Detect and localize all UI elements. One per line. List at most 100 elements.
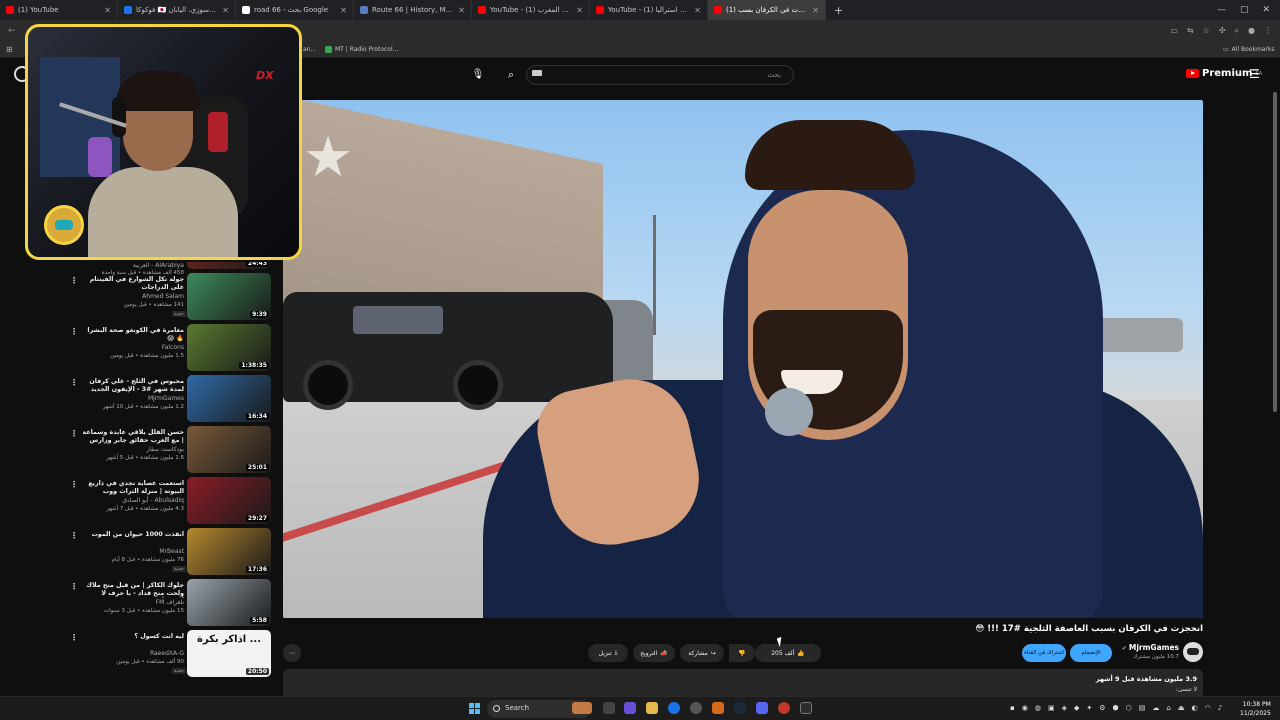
keyboard-icon[interactable] (532, 70, 542, 76)
close-tab-icon[interactable]: ✕ (812, 6, 819, 15)
recommended-video-title[interactable]: محبوس في الثلج - علي كرفان لمدة شهر #3 -… (82, 378, 184, 394)
wifi-icon[interactable]: ◠ (1205, 704, 1211, 712)
discord-icon[interactable] (756, 702, 768, 714)
subscribe-button[interactable]: اشتراك في القناة (1022, 644, 1066, 662)
apps-grid-icon[interactable]: ⊞ (6, 45, 13, 54)
browser-tab[interactable]: road 66 - بحث Google ✕ (236, 0, 354, 20)
tray-icon[interactable]: ⬡ (1126, 704, 1132, 712)
browser-tab[interactable]: (1) YouTube ✕ (0, 0, 118, 20)
more-options-icon[interactable]: ⋮ (70, 633, 78, 642)
like-button[interactable]: 205 ألف 👍 (755, 644, 821, 662)
more-options-icon[interactable]: ⋮ (70, 429, 78, 438)
browser-menu-icon[interactable]: ⋮ (1264, 26, 1272, 36)
video-thumbnail[interactable]: اذاكر بكرة ... 20:50 (187, 630, 271, 677)
recommended-video-title[interactable]: استعمت عصابة نجدي في ذاريع البيوتة | منز… (82, 480, 184, 496)
tray-icon[interactable]: ◆ (1074, 704, 1079, 712)
recommended-channel-name[interactable]: Falcons (82, 344, 184, 351)
recommended-channel-name[interactable]: AlArabiya - العربية (82, 262, 184, 269)
bookmark-item[interactable]: an... (303, 46, 316, 53)
tray-icon[interactable]: ◍ (1035, 704, 1041, 712)
recommended-video[interactable]: 1:38:35 ⋮ مغامرة في الكونغو صحة البشرا 🔥 😱… (0, 324, 275, 374)
recommended-channel-name[interactable]: تلغراف FM (82, 599, 184, 606)
page-scrollbar[interactable] (1273, 92, 1277, 412)
app-icon[interactable] (712, 702, 724, 714)
translate-icon[interactable]: ⇆ (1187, 26, 1194, 36)
recommended-video-title[interactable]: حسن القلل يلاقي عابدة وسماعة | مع الغرب … (82, 429, 184, 445)
recommended-video-title[interactable]: ليه انت كسول ؟ (82, 633, 184, 641)
close-tab-icon[interactable]: ✕ (458, 6, 465, 15)
file-explorer-icon[interactable] (646, 702, 658, 714)
app-icon[interactable] (690, 702, 702, 714)
tab-search-icon[interactable]: ⌕ (1235, 26, 1239, 36)
promote-button[interactable]: الترويج 📣 (633, 644, 675, 662)
more-options-icon[interactable]: ⋮ (70, 378, 78, 387)
video-thumbnail[interactable]: 29:27 (187, 477, 271, 524)
tray-icon[interactable]: ⏏ (1178, 704, 1185, 712)
recommended-channel-name[interactable]: بودكاست سقار (82, 446, 184, 453)
browser-tab[interactable]: YouTube - (1) كرفان المغرب✕ (472, 0, 590, 20)
video-thumbnail[interactable]: 16:34 (187, 375, 271, 422)
recommended-video[interactable]: 24:43 AlArabiya - العربية 458 ألف مشاهدة •… (0, 262, 275, 276)
video-thumbnail[interactable]: 5:58 (187, 579, 271, 626)
search-icon[interactable]: ⌕ (499, 65, 523, 85)
all-bookmarks[interactable]: ▭ All Bookmarks (1223, 46, 1275, 53)
profile-icon[interactable]: ● (1248, 26, 1255, 36)
recommended-video-title[interactable]: مغامرة في الكونغو صحة البشرا 🔥 😱 (82, 327, 184, 343)
more-options-icon[interactable]: ⋮ (70, 480, 78, 489)
more-options-icon[interactable]: ⋮ (70, 531, 78, 540)
app-icon[interactable] (800, 702, 812, 714)
video-thumbnail[interactable]: 17:36 (187, 528, 271, 575)
more-options-icon[interactable]: ⋮ (70, 276, 78, 285)
dislike-button[interactable]: 👎 (729, 644, 755, 662)
recommended-channel-name[interactable]: Ahmed Salam (82, 293, 184, 300)
more-actions-button[interactable]: ⋯ (283, 644, 301, 662)
bookmark-star-icon[interactable]: ☆ (1203, 26, 1210, 36)
recommended-channel-name[interactable]: MjrmGames (82, 395, 184, 402)
tray-icon[interactable]: ⚙ (1099, 704, 1105, 712)
close-tab-icon[interactable]: ✕ (340, 6, 347, 15)
search-input[interactable]: بحث (526, 65, 794, 85)
download-button[interactable]: تنزيل ⤓ (588, 644, 628, 662)
browser-tab[interactable]: YouTube - (1) كرفان في استراليا ✕ (590, 0, 708, 20)
close-window-icon[interactable]: ✕ (1262, 5, 1270, 15)
bookmark-item[interactable]: MT | Radio Protocol... (325, 46, 398, 53)
join-button[interactable]: الإنضمام (1070, 644, 1112, 662)
share-button[interactable]: مشاركة ↪ (680, 644, 724, 662)
video-thumbnail[interactable]: 25:01 (187, 426, 271, 473)
recommended-video[interactable]: 29:27 ⋮ استعمت عصابة نجدي في ذاريع البيوتة… (0, 477, 275, 527)
copilot-icon[interactable] (624, 702, 636, 714)
tray-icon[interactable]: ☁ (1152, 704, 1159, 712)
tray-icon[interactable]: ✦ (1086, 704, 1092, 712)
browser-tab[interactable]: Route 66 | History, Map, Popula...✕ (354, 0, 472, 20)
browser-tab[interactable]: (1) انحجزت في الكرفان بسب... ✕ (708, 0, 826, 20)
channel-avatar[interactable] (1183, 642, 1203, 662)
tray-icon[interactable]: ◈ (1062, 704, 1067, 712)
recommended-video[interactable]: اذاكر بكرة ... 20:50 ⋮ ليه انت كسول ؟ RaeedX… (0, 630, 275, 680)
tray-icon[interactable]: ▣ (1048, 704, 1055, 712)
steam-icon[interactable] (734, 702, 746, 714)
tray-icon[interactable]: ◉ (1022, 704, 1028, 712)
system-clock[interactable]: 10:38 PM 11/2/2025 (1240, 700, 1271, 718)
tray-icon[interactable]: ◐ (1191, 704, 1197, 712)
back-icon[interactable]: ← (8, 26, 16, 36)
recommended-channel-name[interactable]: Abulsadiq - أبو الصادق (82, 497, 184, 504)
tray-icon[interactable]: ⬢ (1113, 704, 1119, 712)
recommended-channel-name[interactable]: RaeedXA-G (82, 650, 184, 657)
recommended-video[interactable]: 25:01 ⋮ حسن القلل يلاقي عابدة وسماعة | مع … (0, 426, 275, 476)
tray-icon[interactable]: ⌂ (1166, 704, 1170, 712)
menu-icon[interactable]: ☰ (1249, 67, 1260, 81)
close-tab-icon[interactable]: ✕ (104, 6, 111, 15)
tray-icon[interactable]: ▤ (1139, 704, 1146, 712)
video-thumbnail[interactable]: 24:43 (187, 262, 271, 269)
voice-search-icon[interactable]: 🎙 (470, 67, 486, 83)
minimize-icon[interactable]: — (1217, 5, 1226, 15)
weather-widget-icon[interactable] (572, 702, 592, 714)
close-tab-icon[interactable]: ✕ (694, 6, 701, 15)
chrome-icon[interactable] (668, 702, 680, 714)
more-options-icon[interactable]: ⋮ (70, 582, 78, 591)
task-view-icon[interactable] (603, 702, 615, 714)
recommended-channel-name[interactable]: MrBeast (82, 548, 184, 555)
recommended-video[interactable]: 5:58 ⋮ جلوك الكاكر | من قبل منح ملاك ولحت … (0, 579, 275, 629)
browser-tab[interactable]: فوكوكا 🇯🇵 إلى أوسوزي، اليابان ✕ (118, 0, 236, 20)
recommended-video-title[interactable]: جولة تكل الشوارع في الفيتنام على الدراجا… (82, 276, 184, 292)
